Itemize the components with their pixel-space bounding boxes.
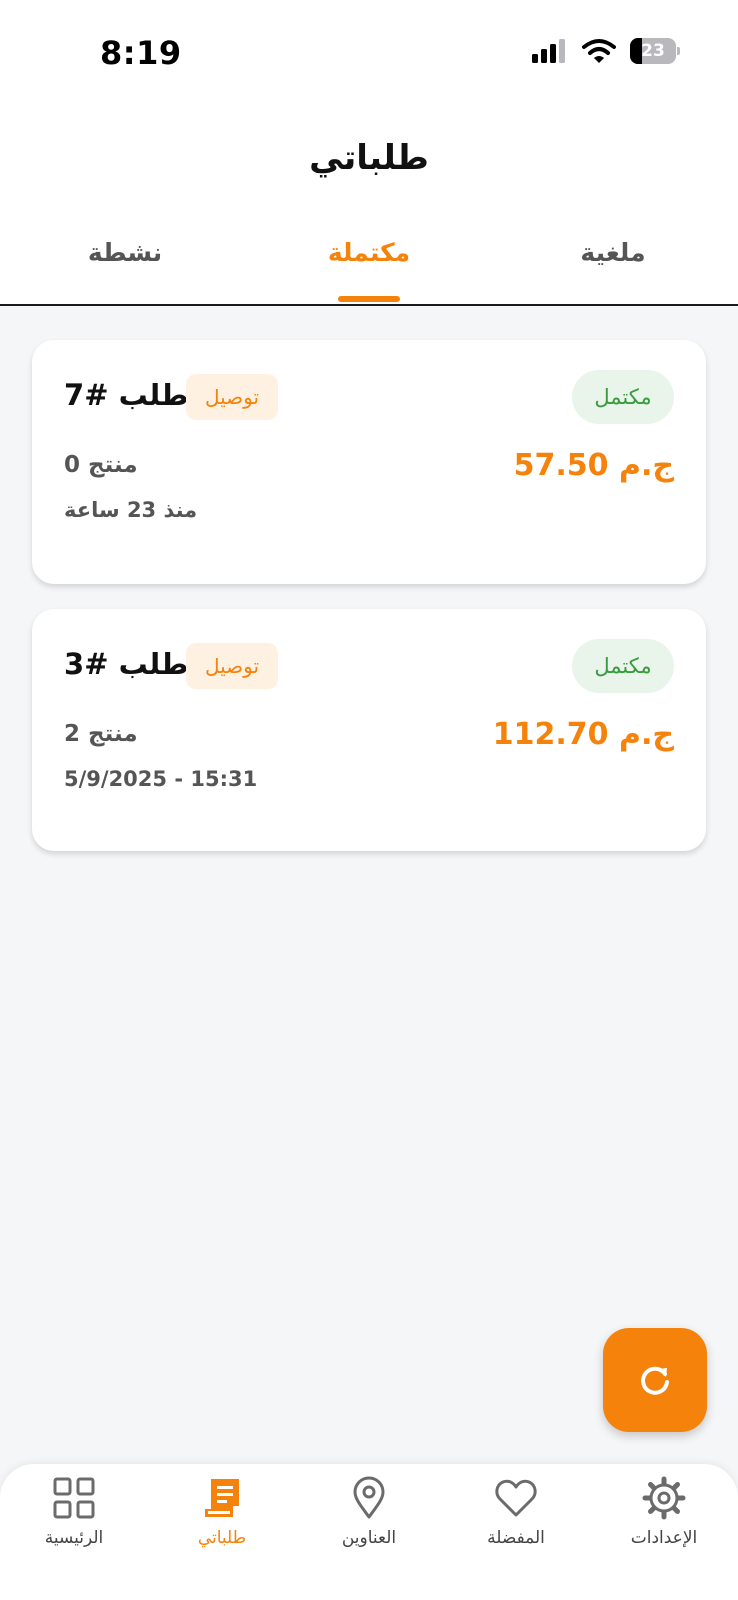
order-time: منذ 23 ساعة bbox=[64, 498, 198, 522]
status-time: 8:19 bbox=[100, 34, 182, 72]
bottom-navigation: الرئيسية طلباتي العناوين المفضلة الإعداد… bbox=[0, 1464, 738, 1600]
tab-active[interactable]: نشطة bbox=[50, 238, 200, 267]
grid-icon bbox=[52, 1476, 96, 1520]
delivery-type-badge: توصيل bbox=[186, 643, 278, 689]
order-card[interactable]: طلب #7 توصيل مكتمل منتج 0 ج.م 57.50 منذ … bbox=[32, 340, 706, 584]
refresh-icon bbox=[641, 1366, 669, 1395]
nav-item-favorites[interactable]: المفضلة bbox=[446, 1476, 586, 1566]
order-title: طلب #7 bbox=[64, 378, 188, 412]
tab-completed[interactable]: مكتملة bbox=[294, 238, 444, 267]
status-icons: 23 bbox=[532, 38, 680, 64]
order-price: ج.م 57.50 bbox=[513, 448, 674, 483]
delivery-type-badge: توصيل bbox=[186, 374, 278, 420]
nav-label: الرئيسية bbox=[44, 1528, 104, 1548]
tab-cancelled[interactable]: ملغية bbox=[538, 238, 688, 267]
product-count: منتج 0 bbox=[64, 452, 138, 478]
location-pin-icon bbox=[347, 1476, 391, 1520]
nav-label: المفضلة bbox=[487, 1528, 545, 1548]
order-price: ج.م 112.70 bbox=[492, 717, 674, 752]
order-time: 5/9/2025 - 15:31 bbox=[64, 767, 258, 791]
nav-item-my-orders[interactable]: طلباتي bbox=[152, 1476, 292, 1566]
order-title: طلب #3 bbox=[64, 647, 188, 681]
wifi-icon bbox=[582, 39, 616, 63]
status-badge: مكتمل bbox=[572, 370, 674, 424]
nav-label: طلباتي bbox=[197, 1528, 247, 1548]
order-card[interactable]: طلب #3 توصيل مكتمل منتج 2 ج.م 112.70 5/9… bbox=[32, 609, 706, 851]
nav-label: الإعدادات bbox=[630, 1528, 698, 1548]
heart-icon bbox=[494, 1476, 538, 1520]
order-title-text: طلب #3 bbox=[64, 647, 189, 681]
gear-icon bbox=[642, 1476, 686, 1520]
active-tab-indicator bbox=[338, 296, 400, 302]
nav-label: العناوين bbox=[341, 1528, 397, 1548]
page-title: طلباتي bbox=[309, 138, 429, 178]
order-title-text: طلب #7 bbox=[64, 378, 189, 412]
cellular-signal-icon bbox=[532, 39, 565, 63]
receipt-icon bbox=[200, 1476, 244, 1520]
status-badge: مكتمل bbox=[572, 639, 674, 693]
nav-item-home[interactable]: الرئيسية bbox=[4, 1476, 144, 1566]
order-tabs: ملغية مكتملة نشطة bbox=[0, 226, 738, 306]
nav-item-settings[interactable]: الإعدادات bbox=[594, 1476, 734, 1566]
refresh-button[interactable] bbox=[603, 1328, 707, 1432]
status-bar: 8:19 23 bbox=[0, 0, 738, 110]
product-count: منتج 2 bbox=[64, 721, 138, 747]
nav-item-addresses[interactable]: العناوين bbox=[299, 1476, 439, 1566]
top-area: 8:19 23 طلباتي ملغية مكتملة نشطة bbox=[0, 0, 738, 306]
battery-icon: 23 bbox=[630, 38, 680, 64]
